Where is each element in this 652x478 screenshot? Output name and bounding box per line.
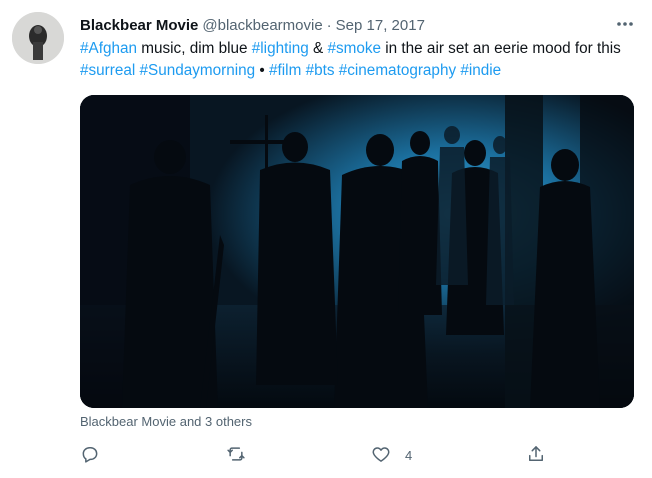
reply-button[interactable] <box>80 441 100 469</box>
retweet-button[interactable] <box>226 441 246 469</box>
hashtag-link[interactable]: #bts <box>306 62 335 79</box>
separator-dot: · <box>326 16 332 34</box>
hashtag-link[interactable]: #smoke <box>327 40 381 57</box>
hashtag-link[interactable]: #lighting <box>252 40 309 57</box>
hashtag-link[interactable]: #cinematography <box>339 62 456 79</box>
avatar-image <box>12 12 64 64</box>
tweet-date[interactable]: Sep 17, 2017 <box>336 17 425 34</box>
liked-by-text[interactable]: Blackbear Movie and 3 others <box>80 414 252 429</box>
avatar[interactable] <box>12 12 64 64</box>
hashtag-link[interactable]: #indie <box>460 62 501 79</box>
hashtag-link[interactable]: #Afghan <box>80 40 137 57</box>
tweet-actions-bar: 4 <box>0 441 652 469</box>
share-button[interactable] <box>526 441 546 469</box>
tweet-text-segment: music, dim blue <box>137 40 252 57</box>
retweet-icon <box>226 444 246 467</box>
hashtag-link[interactable]: #surreal <box>80 62 135 79</box>
tweet-header: Blackbear Movie @blackbearmovie · Sep 17… <box>80 14 634 36</box>
hashtag-link[interactable]: #film <box>269 62 301 79</box>
tweet-media-photo[interactable] <box>80 95 634 408</box>
more-dots-icon[interactable] <box>614 14 636 34</box>
author-handle[interactable]: @blackbearmovie <box>202 17 322 34</box>
photo-image <box>80 95 634 408</box>
like-button[interactable]: 4 <box>371 441 412 469</box>
like-count: 4 <box>405 447 413 463</box>
tweet-text-segment: & <box>308 40 328 57</box>
hashtag-link[interactable]: #Sundaymorning <box>140 62 256 79</box>
reply-icon <box>80 444 100 467</box>
share-icon <box>526 444 546 467</box>
tweet-text-segment: • <box>255 62 270 79</box>
tweet-text-segment: in the air set an eerie mood for this <box>381 40 621 57</box>
tweet-text: #Afghan music, dim blue #lighting & #smo… <box>80 38 625 82</box>
author-name[interactable]: Blackbear Movie <box>80 17 198 34</box>
heart-icon <box>371 444 391 467</box>
